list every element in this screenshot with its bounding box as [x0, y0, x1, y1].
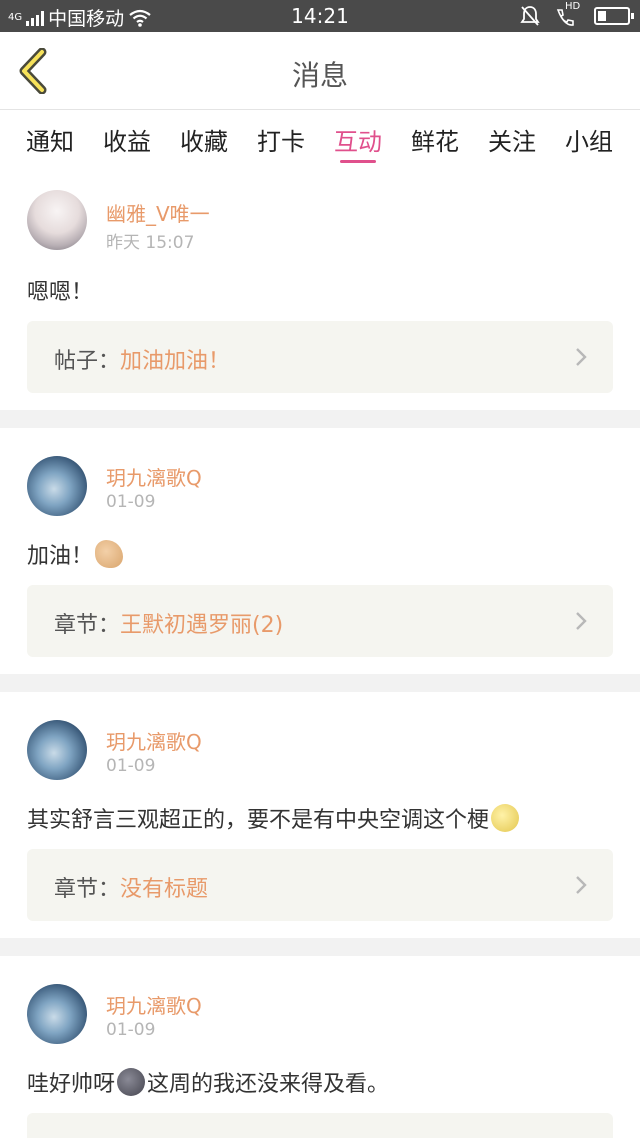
app-header: 消息 [0, 32, 640, 110]
tab-following[interactable]: 关注 [488, 122, 536, 157]
message-body-continued: 这周的我还没来得及看。 [147, 1072, 390, 1097]
message-card: 玥九漓歌Q 01-09 其实舒言三观超正的，要不是有中央空调这个梗 章节：没有标… [0, 692, 640, 938]
flexed-biceps-emoji-icon [95, 540, 124, 568]
reference-link[interactable]: 帖子：加油加油！ [27, 321, 613, 393]
tab-notifications[interactable]: 通知 [26, 122, 74, 157]
avatar[interactable] [27, 984, 87, 1044]
avatar[interactable] [27, 190, 87, 250]
username[interactable]: 玥九漓歌Q [106, 462, 202, 491]
message-body: 其实舒言三观超正的，要不是有中央空调这个梗 [27, 808, 490, 833]
tab-flowers[interactable]: 鲜花 [411, 122, 459, 157]
tab-checkin[interactable]: 打卡 [257, 122, 305, 157]
status-bar: 4G 中国移动 14:21 HD [0, 0, 640, 32]
reference-link[interactable]: 章节：王默初遇罗丽(2) [27, 585, 613, 657]
message-card: 幽雅_V唯一 昨天 15:07 嗯嗯！ 帖子：加油加油！ [0, 172, 640, 410]
avatar[interactable] [27, 720, 87, 780]
username[interactable]: 玥九漓歌Q [106, 990, 202, 1019]
hd-call-icon: HD [554, 1, 580, 27]
page-title: 消息 [291, 59, 348, 92]
message-text: 加油！ [27, 538, 125, 570]
timestamp: 昨天 15:07 [106, 233, 195, 253]
reference-type: 帖子： [54, 349, 121, 374]
message-body: 加油！ [27, 544, 94, 569]
reference-title: 没有标题 [120, 877, 209, 902]
timestamp: 01-09 [106, 1020, 156, 1040]
battery-icon [594, 7, 634, 25]
reference-link[interactable]: 章节：没有标题 [27, 849, 613, 921]
username[interactable]: 玥九漓歌Q [106, 726, 202, 755]
message-card: 玥九漓歌Q 01-09 加油！ 章节：王默初遇罗丽(2) [0, 428, 640, 674]
message-card: 玥九漓歌Q 01-09 哇好帅呀 这周的我还没来得及看。 [0, 956, 640, 1138]
full-moon-face-emoji-icon [491, 804, 520, 832]
mute-icon [520, 6, 540, 26]
username[interactable]: 幽雅_V唯一 [106, 198, 210, 227]
reference-label: 章节：王默初遇罗丽(2) [54, 607, 283, 639]
reference-label: 章节：没有标题 [54, 871, 208, 903]
chevron-right-icon [576, 876, 587, 894]
reference-type: 章节： [54, 877, 121, 902]
hd-label: HD [565, 1, 581, 12]
new-moon-face-emoji-icon [117, 1068, 146, 1096]
active-tab-indicator [340, 160, 376, 163]
tab-groups[interactable]: 小组 [565, 122, 613, 157]
status-right: HD [520, 1, 634, 27]
timestamp: 01-09 [106, 492, 156, 512]
reference-type: 章节： [54, 613, 121, 638]
message-body: 嗯嗯！ [27, 280, 94, 305]
tab-favorites[interactable]: 收藏 [180, 122, 228, 157]
avatar[interactable] [27, 456, 87, 516]
chevron-right-icon [576, 348, 587, 366]
message-text: 嗯嗯！ [27, 274, 93, 306]
message-text: 其实舒言三观超正的，要不是有中央空调这个梗 [27, 802, 521, 834]
chevron-right-icon [576, 612, 587, 630]
tab-bar: 通知 收益 收藏 打卡 互动 鲜花 关注 小组 [0, 110, 640, 172]
timestamp: 01-09 [106, 756, 156, 776]
reference-title: 王默初遇罗丽(2) [120, 613, 284, 638]
message-body: 哇好帅呀 [27, 1072, 116, 1097]
message-text: 哇好帅呀 这周的我还没来得及看。 [27, 1066, 389, 1098]
reference-link[interactable] [27, 1113, 613, 1138]
tab-interaction[interactable]: 互动 [334, 122, 382, 157]
tab-earnings[interactable]: 收益 [103, 122, 151, 157]
reference-title: 加油加油！ [120, 349, 231, 374]
reference-label: 帖子：加油加油！ [54, 343, 230, 375]
battery-fill [598, 11, 606, 21]
